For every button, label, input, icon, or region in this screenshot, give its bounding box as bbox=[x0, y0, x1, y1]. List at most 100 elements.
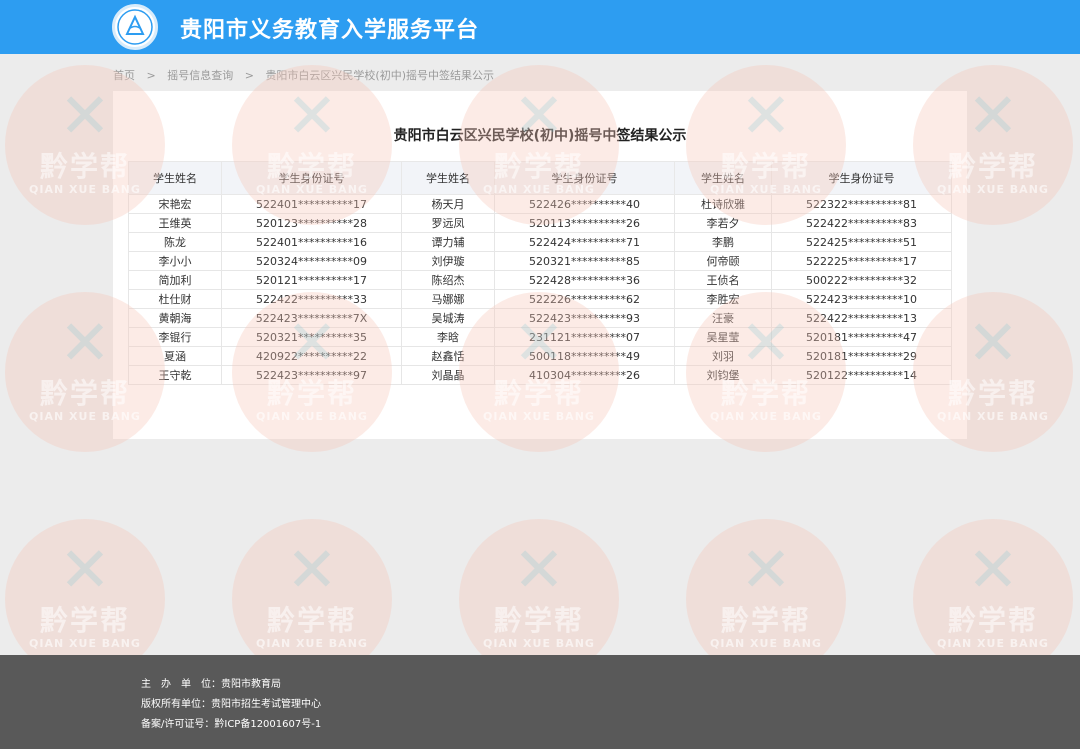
student-name-cell: 杜仕财 bbox=[128, 289, 222, 309]
student-name-cell: 夏涵 bbox=[128, 346, 222, 366]
student-id-cell: 410304**********26 bbox=[494, 365, 675, 385]
student-id-cell: 500222**********32 bbox=[771, 270, 952, 290]
student-name-cell: 李晗 bbox=[401, 327, 495, 347]
student-name-cell: 刘晶晶 bbox=[401, 365, 495, 385]
breadcrumb-separator: > bbox=[146, 69, 156, 82]
student-name-cell: 刘羽 bbox=[674, 346, 772, 366]
student-name-cell: 王维英 bbox=[128, 213, 222, 233]
column-header-student-name: 学生姓名 bbox=[674, 161, 772, 195]
column-header-student-name: 学生姓名 bbox=[401, 161, 495, 195]
student-name-cell: 李鹏 bbox=[674, 232, 772, 252]
site-footer: 主 办 单 位：贵阳市教育局 版权所有单位：贵阳市招生考试管理中心 备案/许可证… bbox=[0, 655, 1080, 749]
site-title[interactable]: 贵阳市义务教育入学服务平台 bbox=[180, 12, 479, 44]
student-id-cell: 522423**********10 bbox=[771, 289, 952, 309]
table-row: 宋艳宏 522401**********17 杨天月 522426**********… bbox=[128, 194, 952, 214]
qianxuebang-logo-icon: ✕ bbox=[513, 533, 565, 606]
student-id-cell: 520121**********17 bbox=[221, 270, 402, 290]
student-name-cell: 王侦名 bbox=[674, 270, 772, 290]
student-id-cell: 520321**********85 bbox=[494, 251, 675, 271]
watermark-text: 黔学帮 bbox=[39, 604, 130, 637]
watermark-subtext: QIAN XUE BANG bbox=[483, 637, 595, 650]
student-name-cell: 王守乾 bbox=[128, 365, 222, 385]
student-id-cell: 522225**********17 bbox=[771, 251, 952, 271]
student-name-cell: 李小小 bbox=[128, 251, 222, 271]
results-card: 贵阳市白云区兴民学校(初中)摇号中签结果公示 学生姓名 学生身份证号 学生姓名 … bbox=[113, 91, 967, 439]
watermark-subtext: QIAN XUE BANG bbox=[710, 637, 822, 650]
site-header: 贵阳市义务教育入学服务平台 bbox=[0, 0, 1080, 54]
student-id-cell: 522322**********81 bbox=[771, 194, 952, 214]
student-name-cell: 刘钧堡 bbox=[674, 365, 772, 385]
breadcrumb-separator: > bbox=[244, 69, 254, 82]
student-name-cell: 罗远凤 bbox=[401, 213, 495, 233]
table-row: 王维英 520123**********28 罗远凤 520113**********… bbox=[128, 213, 952, 233]
table-row: 简加利 520121**********17 陈绍杰 522428**********… bbox=[128, 270, 952, 290]
student-name-cell: 赵鑫恬 bbox=[401, 346, 495, 366]
qianxuebang-logo-icon: ✕ bbox=[740, 533, 792, 606]
footer-icp-license[interactable]: 备案/许可证号：黔ICP备12001607号-1 bbox=[141, 715, 321, 730]
student-name-cell: 谭力辅 bbox=[401, 232, 495, 252]
table-row: 王守乾 522423**********97 刘晶晶 410304**********… bbox=[128, 365, 952, 385]
student-name-cell: 陈绍杰 bbox=[401, 270, 495, 290]
watermark-text: 黔学帮 bbox=[493, 604, 584, 637]
student-id-cell: 522422**********33 bbox=[221, 289, 402, 309]
column-header-student-id: 学生身份证号 bbox=[494, 161, 675, 195]
student-id-cell: 500118**********49 bbox=[494, 346, 675, 366]
student-name-cell: 刘伊璇 bbox=[401, 251, 495, 271]
table-row: 杜仕财 522422**********33 马娜娜 522226**********… bbox=[128, 289, 952, 309]
student-name-cell: 简加利 bbox=[128, 270, 222, 290]
student-id-cell: 522423**********93 bbox=[494, 308, 675, 328]
student-name-cell: 李若夕 bbox=[674, 213, 772, 233]
watermark-subtext: QIAN XUE BANG bbox=[937, 637, 1049, 650]
student-id-cell: 420922**********22 bbox=[221, 346, 402, 366]
student-id-cell: 522401**********16 bbox=[221, 232, 402, 252]
student-name-cell: 陈龙 bbox=[128, 232, 222, 252]
student-id-cell: 522423**********7X bbox=[221, 308, 402, 328]
student-id-cell: 520321**********35 bbox=[221, 327, 402, 347]
student-id-cell: 522226**********62 bbox=[494, 289, 675, 309]
breadcrumb-lottery-query-link[interactable]: 摇号信息查询 bbox=[167, 69, 233, 82]
watermark-subtext: QIAN XUE BANG bbox=[29, 637, 141, 650]
student-id-cell: 522401**********17 bbox=[221, 194, 402, 214]
column-header-student-id: 学生身份证号 bbox=[221, 161, 402, 195]
watermark-text: 黔学帮 bbox=[947, 604, 1038, 637]
student-id-cell: 520181**********47 bbox=[771, 327, 952, 347]
column-header-student-id: 学生身份证号 bbox=[771, 161, 952, 195]
student-id-cell: 520181**********29 bbox=[771, 346, 952, 366]
student-name-cell: 汪豪 bbox=[674, 308, 772, 328]
student-id-cell: 522424**********71 bbox=[494, 232, 675, 252]
student-id-cell: 522425**********51 bbox=[771, 232, 952, 252]
qianxuebang-logo-icon: ✕ bbox=[59, 533, 111, 606]
student-id-cell: 522423**********97 bbox=[221, 365, 402, 385]
student-name-cell: 宋艳宏 bbox=[128, 194, 222, 214]
student-id-cell: 520123**********28 bbox=[221, 213, 402, 233]
watermark-subtext: QIAN XUE BANG bbox=[256, 637, 368, 650]
breadcrumb: 首页 > 摇号信息查询 > 贵阳市白云区兴民学校(初中)摇号中签结果公示 bbox=[113, 67, 494, 83]
student-id-cell: 520113**********26 bbox=[494, 213, 675, 233]
student-name-cell: 吴星莹 bbox=[674, 327, 772, 347]
student-id-cell: 522428**********36 bbox=[494, 270, 675, 290]
table-row: 夏涵 420922**********22 赵鑫恬 500118**********4… bbox=[128, 346, 952, 366]
student-name-cell: 李锟行 bbox=[128, 327, 222, 347]
table-row: 黄朝海 522423**********7X 吴城涛 522423**********… bbox=[128, 308, 952, 328]
breadcrumb-current: 贵阳市白云区兴民学校(初中)摇号中签结果公示 bbox=[265, 69, 495, 82]
student-name-cell: 杨天月 bbox=[401, 194, 495, 214]
student-id-cell: 522426**********40 bbox=[494, 194, 675, 214]
breadcrumb-home-link[interactable]: 首页 bbox=[113, 69, 135, 82]
footer-copyright-unit: 版权所有单位：贵阳市招生考试管理中心 bbox=[141, 699, 321, 710]
results-table-body: 宋艳宏 522401**********17 杨天月 522426**********… bbox=[128, 194, 952, 385]
watermark-text: 黔学帮 bbox=[720, 604, 811, 637]
table-row: 李锟行 520321**********35 李晗 231121**********0… bbox=[128, 327, 952, 347]
page-title: 贵阳市白云区兴民学校(初中)摇号中签结果公示 bbox=[393, 128, 687, 144]
student-name-cell: 李胜宏 bbox=[674, 289, 772, 309]
table-row: 陈龙 522401**********16 谭力辅 522424**********7… bbox=[128, 232, 952, 252]
results-table: 学生姓名 学生身份证号 学生姓名 学生身份证号 学生姓名 学生身份证号 宋艳宏 5… bbox=[128, 161, 952, 385]
qianxuebang-logo-icon: ✕ bbox=[967, 533, 1019, 606]
table-row: 李小小 520324**********09 刘伊璇 520321**********… bbox=[128, 251, 952, 271]
student-name-cell: 马娜娜 bbox=[401, 289, 495, 309]
student-id-cell: 520122**********14 bbox=[771, 365, 952, 385]
school-emblem-icon[interactable] bbox=[112, 4, 158, 50]
table-header-row: 学生姓名 学生身份证号 学生姓名 学生身份证号 学生姓名 学生身份证号 bbox=[128, 161, 952, 195]
student-id-cell: 522422**********13 bbox=[771, 308, 952, 328]
qianxuebang-logo-icon: ✕ bbox=[286, 533, 338, 606]
student-name-cell: 杜诗欣雅 bbox=[674, 194, 772, 214]
